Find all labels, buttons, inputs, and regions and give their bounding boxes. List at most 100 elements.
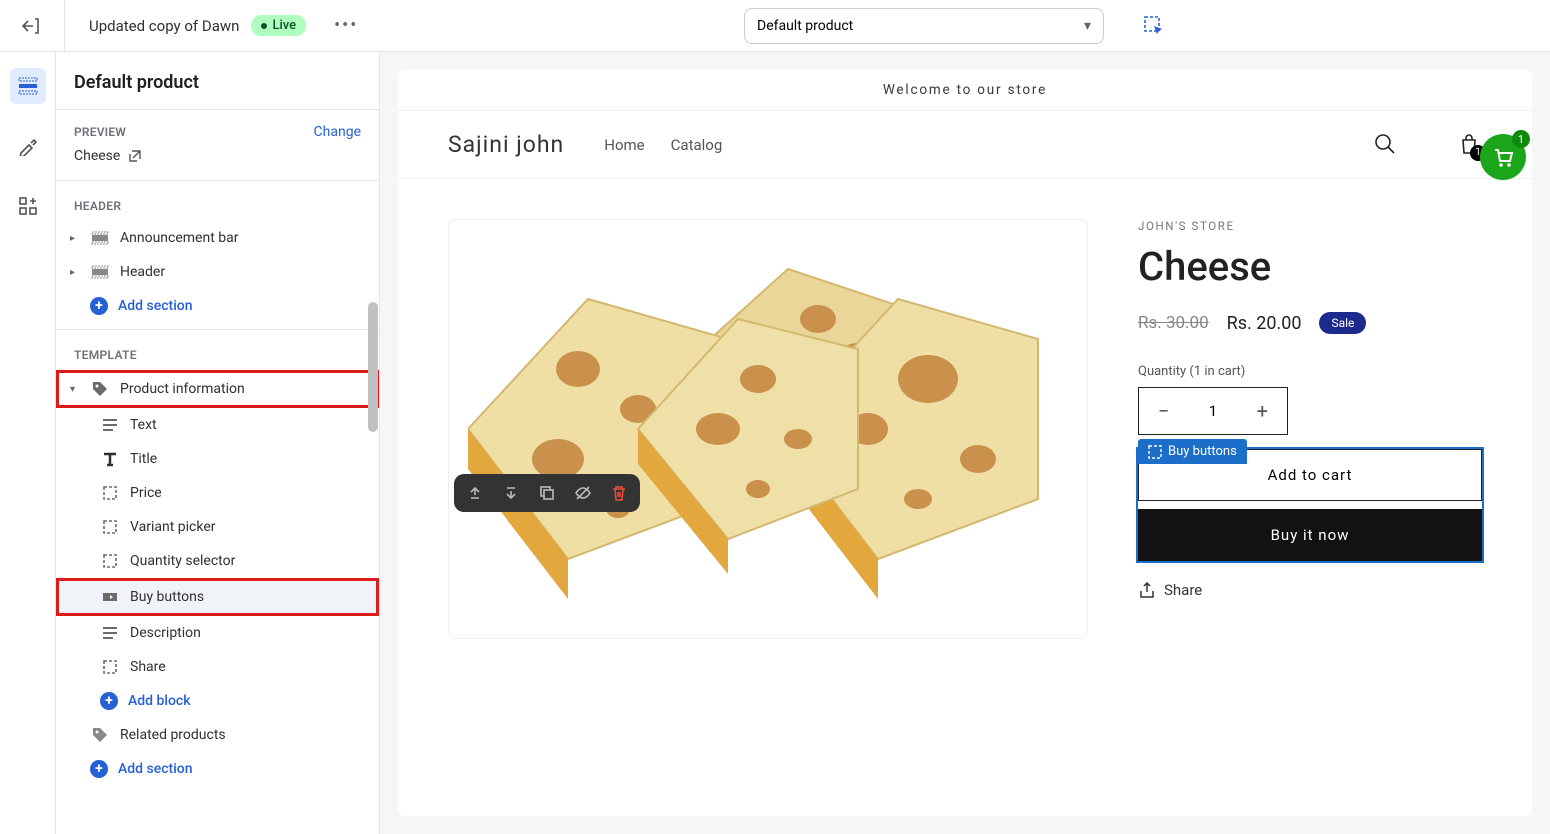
tree-related-products[interactable]: Related products	[56, 718, 379, 752]
add-block[interactable]: + Add block	[56, 684, 379, 718]
move-down-button[interactable]	[500, 482, 522, 504]
tree-block-title[interactable]: Title	[56, 442, 379, 476]
quantity-value: 1	[1188, 402, 1237, 420]
tree-header[interactable]: ▸ Header	[56, 255, 379, 289]
text-icon	[100, 624, 120, 642]
share-label: Share	[1164, 581, 1202, 599]
sections-tab[interactable]	[10, 68, 46, 104]
search-icon	[1374, 133, 1396, 155]
exit-button[interactable]	[16, 12, 44, 40]
live-label: Live	[272, 18, 296, 33]
tree-block-share[interactable]: Share	[56, 650, 379, 684]
share-icon	[1138, 581, 1156, 599]
vendor-name: JOHN'S STORE	[1138, 219, 1482, 233]
cart-icon	[1491, 145, 1515, 169]
template-section-label: TEMPLATE	[56, 330, 379, 370]
block-toolbar	[454, 474, 640, 512]
tree-label: Related products	[120, 727, 226, 743]
block-icon	[100, 658, 120, 676]
tree-block-variant-picker[interactable]: Variant picker	[56, 510, 379, 544]
quantity-selector: − 1 +	[1138, 387, 1288, 435]
section-icon	[90, 229, 110, 247]
tree-block-price[interactable]: Price	[56, 476, 379, 510]
nav-catalog[interactable]: Catalog	[671, 136, 723, 154]
delete-button[interactable]	[608, 482, 630, 504]
buy-now-button[interactable]: Buy it now	[1138, 509, 1482, 561]
announcement-bar: Welcome to our store	[398, 70, 1532, 111]
target-icon	[1148, 445, 1162, 459]
title-icon	[100, 450, 120, 468]
tree-block-text[interactable]: Text	[56, 408, 379, 442]
block-icon	[100, 552, 120, 570]
divider	[64, 0, 65, 52]
float-cart-badge: 1	[1512, 130, 1530, 148]
tree-label: Description	[130, 625, 201, 641]
topbar: Updated copy of Dawn Live ••• Default pr…	[0, 0, 1550, 52]
inspector-button[interactable]	[1136, 8, 1172, 44]
plus-circle-icon: +	[90, 760, 108, 778]
quantity-label: Quantity (1 in cart)	[1138, 364, 1482, 379]
more-button[interactable]: •••	[326, 11, 366, 40]
quantity-decrease[interactable]: −	[1139, 389, 1188, 433]
theme-name: Updated copy of Dawn	[85, 17, 239, 35]
tree-label: Quantity selector	[130, 553, 235, 569]
tree-label: Text	[130, 417, 157, 433]
plus-circle-icon: +	[100, 692, 118, 710]
product-title: Cheese	[1138, 243, 1482, 290]
theme-settings-tab[interactable]	[10, 128, 46, 164]
sale-badge: Sale	[1319, 312, 1366, 334]
live-dot-icon	[261, 23, 267, 29]
add-section-header[interactable]: + Add section	[56, 289, 379, 323]
live-badge: Live	[251, 15, 306, 36]
preview-product-name: Cheese	[74, 148, 120, 164]
header-section-label: HEADER	[56, 181, 379, 221]
apps-icon	[18, 196, 38, 216]
cart-button[interactable]: 1	[1458, 133, 1482, 157]
sidebar: Default product PREVIEW Change Cheese HE…	[56, 52, 380, 834]
floating-cart-button[interactable]: 1	[1480, 134, 1526, 180]
price: Rs. 20.00	[1227, 313, 1302, 334]
search-button[interactable]	[1374, 133, 1398, 157]
add-section-label: Add section	[118, 298, 193, 314]
preview-area: Welcome to our store Sajini john Home Ca…	[380, 52, 1550, 834]
duplicate-button[interactable]	[536, 482, 558, 504]
tree-label: Variant picker	[130, 519, 215, 535]
tree-block-description[interactable]: Description	[56, 616, 379, 650]
nav-home[interactable]: Home	[604, 136, 644, 154]
tree-block-quantity-selector[interactable]: Quantity selector	[56, 544, 379, 578]
price-compare: Rs. 30.00	[1138, 313, 1209, 333]
share-row[interactable]: Share	[1138, 581, 1482, 599]
preview-value-row[interactable]: Cheese	[56, 146, 379, 180]
tree-block-buy-buttons[interactable]: Buy buttons	[56, 578, 379, 616]
exit-icon	[20, 16, 40, 36]
tag-icon	[90, 380, 110, 398]
preview-frame: Welcome to our store Sajini john Home Ca…	[398, 70, 1532, 816]
buy-buttons-block[interactable]: Add to cart Buy it now	[1138, 449, 1482, 561]
block-icon	[100, 484, 120, 502]
product-info: JOHN'S STORE Cheese Rs. 30.00 Rs. 20.00 …	[1138, 219, 1482, 639]
quantity-increase[interactable]: +	[1238, 389, 1287, 433]
product-image[interactable]	[448, 219, 1088, 639]
store-name[interactable]: Sajini john	[448, 131, 564, 158]
hide-button[interactable]	[572, 482, 594, 504]
add-section-label: Add section	[118, 761, 193, 777]
tree-announcement-bar[interactable]: ▸ Announcement bar	[56, 221, 379, 255]
scrollbar-thumb[interactable]	[368, 302, 378, 432]
buy-buttons-overlay-label: Buy buttons	[1138, 439, 1247, 464]
move-up-button[interactable]	[464, 482, 486, 504]
add-section-template[interactable]: + Add section	[56, 752, 379, 786]
tag-icon	[90, 726, 110, 744]
tree-label: Product information	[120, 381, 245, 397]
inspector-icon	[1143, 15, 1165, 37]
text-icon	[100, 416, 120, 434]
plus-circle-icon: +	[90, 297, 108, 315]
product-section: JOHN'S STORE Cheese Rs. 30.00 Rs. 20.00 …	[398, 179, 1532, 679]
section-icon	[90, 263, 110, 281]
change-link[interactable]: Change	[314, 124, 361, 140]
sidebar-title: Default product	[74, 72, 361, 93]
chevron-right-icon: ▸	[70, 267, 80, 278]
buy-buttons-icon	[100, 588, 120, 606]
tree-product-information[interactable]: ▾ Product information	[56, 370, 379, 408]
page-selector[interactable]: Default product ▾	[744, 8, 1104, 44]
apps-tab[interactable]	[10, 188, 46, 224]
